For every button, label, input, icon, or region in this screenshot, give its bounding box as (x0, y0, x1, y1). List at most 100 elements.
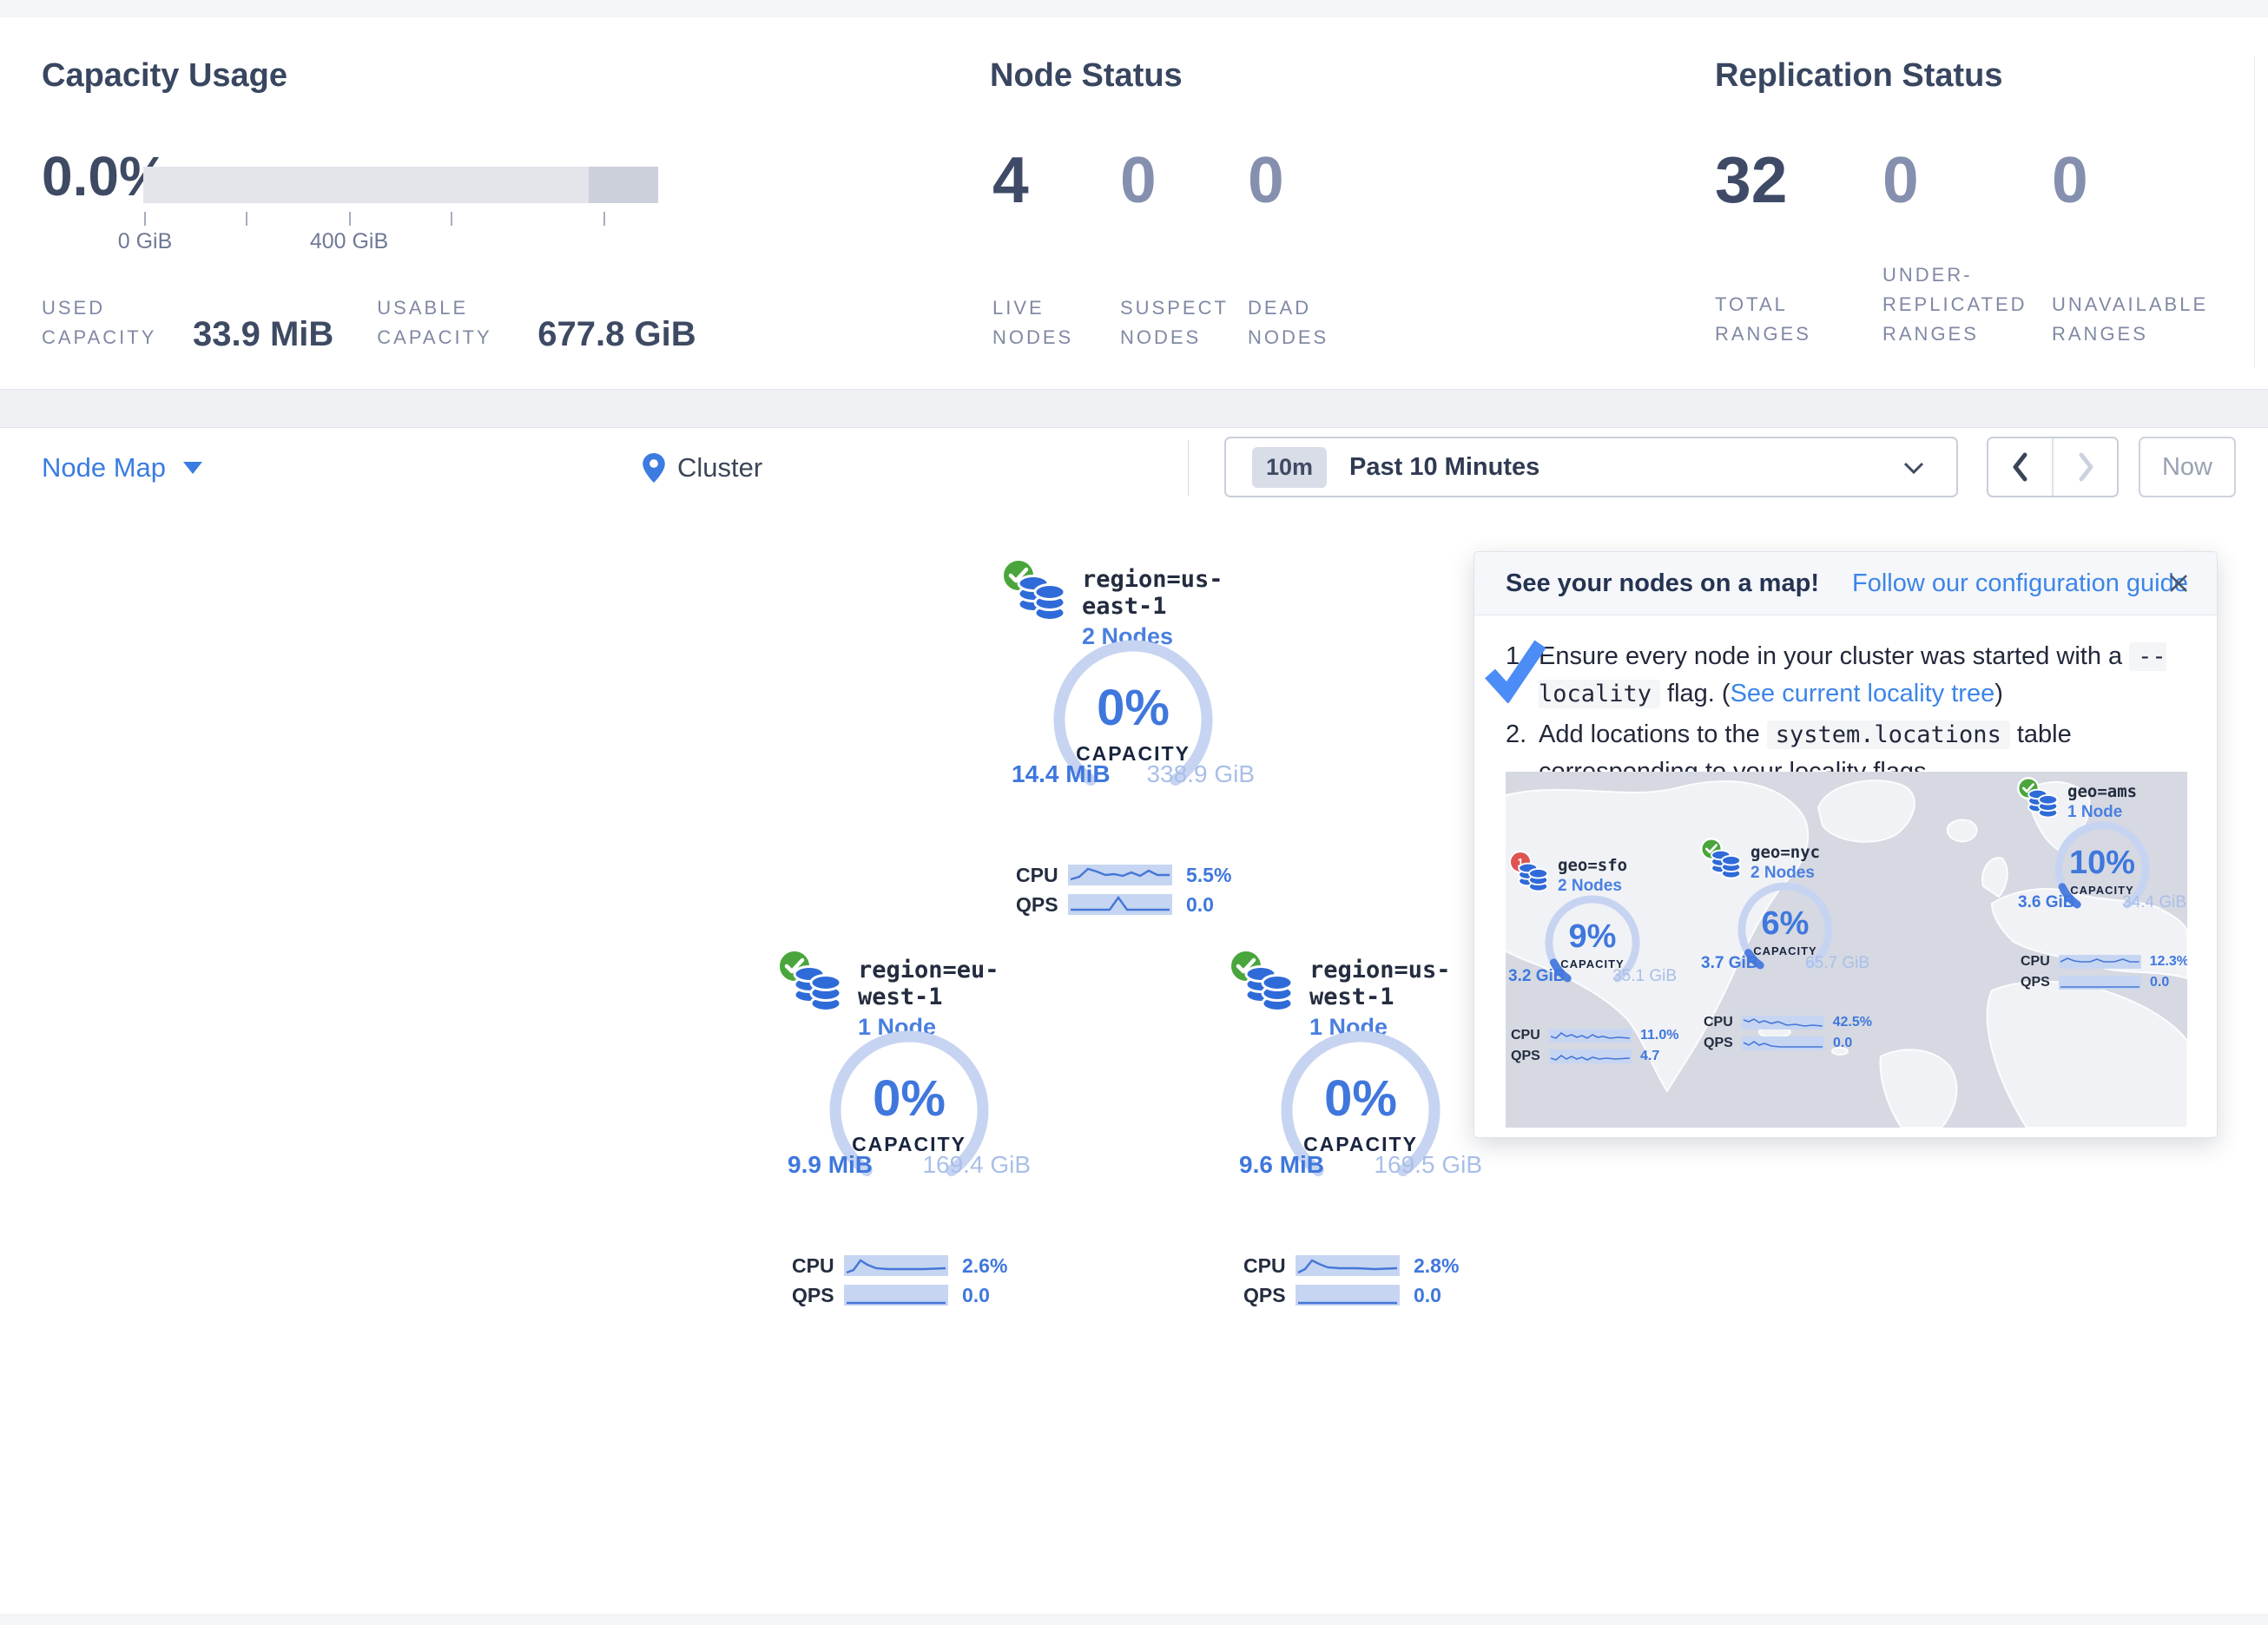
capacity-gauge: 10% CAPACITY 3.6 GiB 34.4 GiB (2046, 820, 2159, 922)
replication-status-title: Replication Status (1715, 57, 2003, 95)
time-back-button[interactable] (1988, 438, 2054, 496)
qps-value: 0.0 (962, 1284, 990, 1307)
usable-capacity-value: 677.8 GiB (537, 315, 696, 358)
chevron-right-icon (2075, 451, 2096, 483)
qps-label: QPS (792, 1284, 844, 1307)
view-selector-dropdown[interactable]: Node Map (42, 428, 202, 508)
gauge-used-value: 3.2 GiB (1508, 967, 1565, 986)
breadcrumb[interactable]: Cluster (643, 428, 762, 508)
gauge-percent: 9% (1569, 918, 1617, 956)
gauge-percent: 0% (1324, 1069, 1397, 1128)
locality-tree-link[interactable]: See current locality tree (1731, 680, 1995, 707)
popup-steps: 1. Ensure every node in your cluster was… (1474, 615, 2217, 790)
qps-sparkline (844, 1284, 948, 1306)
time-forward-button[interactable] (2054, 438, 2117, 496)
cpu-label: CPU (1704, 1015, 1742, 1030)
gauge-used-value: 9.6 MiB (1239, 1151, 1324, 1179)
breadcrumb-label: Cluster (677, 452, 762, 484)
view-selector-label: Node Map (42, 452, 166, 484)
capacity-tick (246, 212, 247, 226)
cpu-value: 2.8% (1414, 1254, 1459, 1278)
chevron-down-icon (1902, 461, 1925, 477)
suspect-nodes-count: 0 (1120, 142, 1248, 217)
map-node-header: geo=ams 1 Node (2015, 780, 2187, 819)
capacity-usage-title: Capacity Usage (42, 57, 287, 95)
gauge-used-value: 9.9 MiB (788, 1151, 873, 1179)
gauge-used-value: 3.7 GiB (1701, 954, 1757, 973)
capacity-tick-label-0: 0 GiB (76, 229, 214, 254)
unavailable-ranges-count: 0 (2052, 142, 2221, 217)
database-stack-icon (1709, 846, 1744, 881)
capacity-tick (349, 212, 351, 226)
map-node-metrics: CPU 11.0% QPS (1511, 1025, 1679, 1067)
gauge-total-value: 169.5 GiB (1374, 1151, 1482, 1179)
qps-value: 4.7 (1640, 1049, 1659, 1064)
region-node-us-west-1[interactable]: region=us-west-1 1 Node 0% CAPACITY 9.6 … (1217, 950, 1504, 1310)
region-node-eu-west-1[interactable]: region=eu-west-1 1 Node 0% CAPACITY 9.9 … (766, 950, 1052, 1310)
stats-section-divider (2254, 56, 2255, 368)
qps-value: 0.0 (2150, 975, 2169, 990)
region-header: region=us-west-1 1 Node (1217, 950, 1504, 1026)
map-node-count[interactable]: 2 Nodes (1558, 877, 1627, 896)
capacity-tick (144, 212, 146, 226)
under-replicated-count: 0 (1882, 142, 2052, 217)
step-text: Ensure every node in your cluster was st… (1539, 642, 2122, 670)
qps-sparkline (1068, 893, 1172, 916)
qps-value: 0.0 (1833, 1036, 1852, 1051)
cpu-label: CPU (1511, 1028, 1549, 1043)
map-node-geo-sfo[interactable]: 1 geo=sfo 2 Nodes (1506, 854, 1679, 1067)
map-node-metrics: CPU 42.5% QPS (1704, 1012, 1872, 1054)
cpu-label: CPU (792, 1254, 844, 1278)
gauge-percent: 10% (2069, 845, 2135, 882)
cockroachdb-overview-page: Capacity Usage Node Status Replication S… (0, 0, 2268, 1625)
now-button[interactable]: Now (2139, 437, 2236, 497)
gauge-total-value: 169.4 GiB (922, 1151, 1031, 1179)
capacity-tick-label-400: 400 GiB (280, 229, 419, 254)
map-node-name: geo=nyc (1750, 843, 1820, 862)
step-text: ) (1994, 680, 2003, 707)
cpu-value: 42.5% (1833, 1015, 1872, 1030)
nodes-on-map-popup: See your nodes on a map! Follow our conf… (1474, 551, 2218, 1138)
cpu-label: CPU (1016, 864, 1068, 887)
close-icon[interactable] (2165, 569, 2192, 597)
qps-label: QPS (2021, 975, 2059, 990)
region-header: region=eu-west-1 1 Node (766, 950, 1052, 1026)
cpu-sparkline (2059, 954, 2141, 970)
bottom-strip (0, 1614, 2268, 1625)
map-node-geo-ams[interactable]: geo=ams 1 Node 10% CAPACITY (2015, 780, 2187, 993)
map-node-geo-nyc[interactable]: geo=nyc 2 Nodes 6% CAPACITY (1698, 841, 1872, 1054)
dead-nodes-label: DEAD NODES (1248, 293, 1375, 352)
map-node-header: 1 geo=sfo 2 Nodes (1506, 854, 1679, 892)
database-stack-icon (1242, 960, 1297, 1016)
total-ranges-label: TOTAL RANGES (1715, 290, 1854, 349)
configuration-guide-link[interactable]: Follow our configuration guide (1852, 569, 2188, 598)
unavailable-ranges-label: UNAVAILABLE RANGES (2052, 290, 2221, 349)
view-toolbar: Node Map Cluster 10m Past 10 Minutes (0, 427, 2268, 509)
used-capacity-label: USED CAPACITY (42, 293, 172, 358)
used-capacity-value: 33.9 MiB (193, 315, 333, 358)
capacity-gauge: 0% CAPACITY 9.9 MiB 169.4 GiB (814, 1028, 1005, 1197)
location-pin-icon (643, 453, 665, 483)
region-node-us-east-1[interactable]: region=us-east-1 2 Nodes 0% CAPACITY 14.… (990, 559, 1276, 919)
gauge-total-value: 65.7 GiB (1805, 954, 1869, 973)
qps-sparkline (2059, 975, 2141, 990)
map-node-count[interactable]: 1 Node (2067, 803, 2137, 822)
map-node-count[interactable]: 2 Nodes (1750, 864, 1820, 883)
database-stack-icon (790, 960, 846, 1016)
gauge-used-value: 3.6 GiB (2018, 893, 2074, 912)
code-chip: system.locations (1767, 720, 2010, 749)
time-range-dropdown[interactable]: 10m Past 10 Minutes (1224, 437, 1958, 497)
world-map: 1 geo=sfo 2 Nodes (1506, 772, 2187, 1128)
region-metrics: CPU 2.8% QPS 0.0 (1243, 1251, 1504, 1310)
region-name: region=us-east-1 (1082, 566, 1276, 620)
gauge-percent: 6% (1762, 905, 1810, 943)
region-name: region=eu-west-1 (858, 957, 1052, 1010)
qps-sparkline (1296, 1284, 1400, 1306)
cpu-sparkline (844, 1254, 948, 1277)
gauge-total-value: 34.4 GiB (2122, 893, 2186, 912)
cluster-stats-card: Capacity Usage Node Status Replication S… (0, 17, 2268, 390)
under-replicated-label: UNDER-REPLICATED RANGES (1882, 260, 2052, 349)
gauge-total-value: 35.1 GiB (1612, 967, 1677, 986)
cpu-sparkline (1296, 1254, 1400, 1277)
capacity-tick (451, 212, 452, 226)
